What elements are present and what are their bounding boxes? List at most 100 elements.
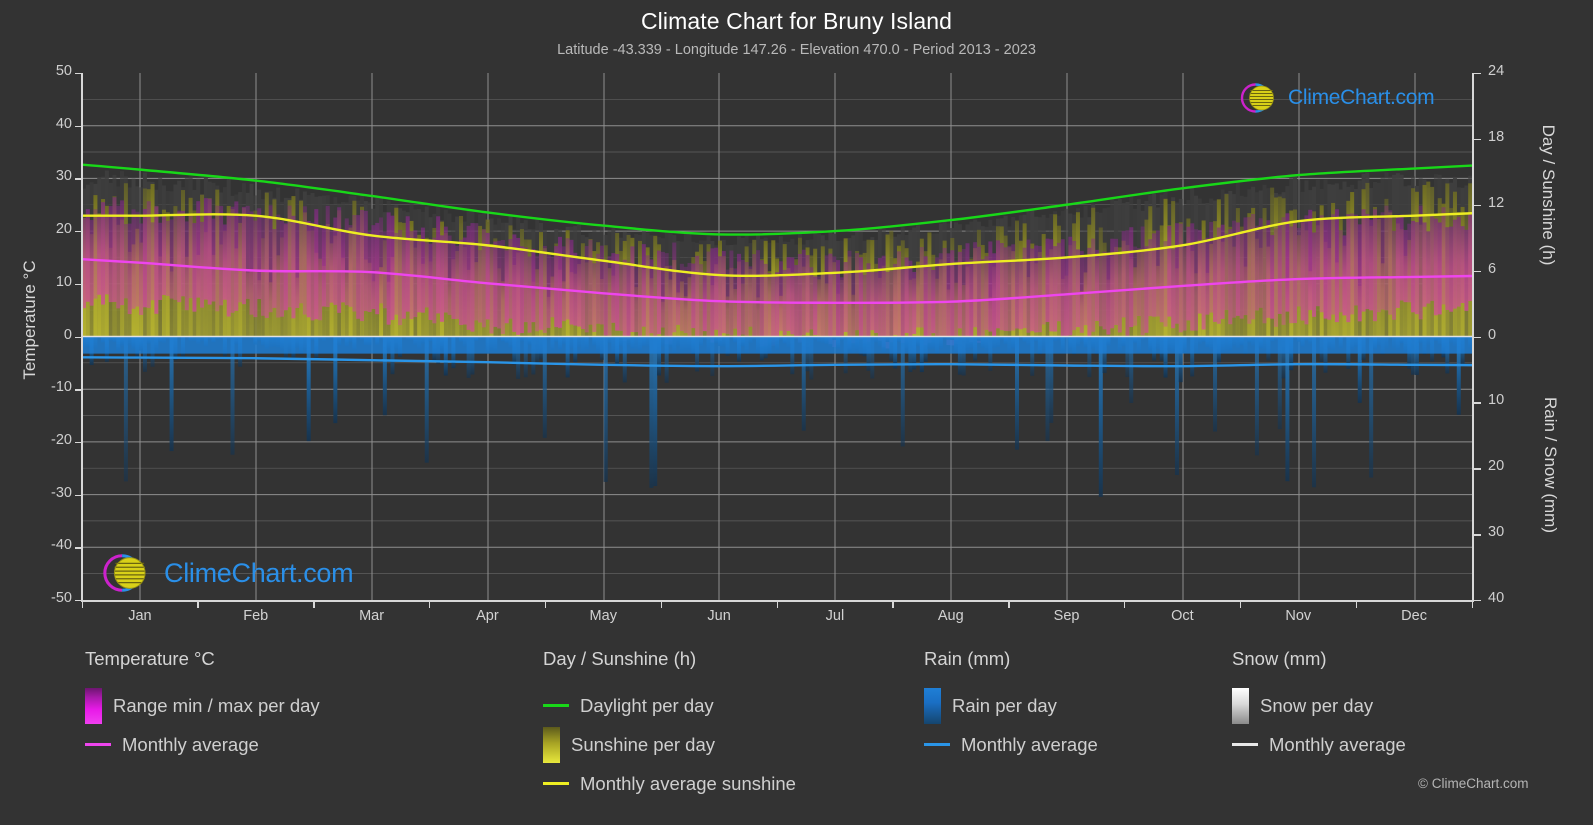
y-axis-right-tickmark — [1474, 402, 1481, 404]
temperature-range-swatch-icon — [85, 687, 102, 724]
legend-item-sunshine: Sunshine per day — [543, 725, 796, 764]
chart-legend: Temperature °C Range min / max per day M… — [0, 648, 1593, 825]
x-axis-tick-label-oct: Oct — [1171, 608, 1194, 624]
copyright-notice: © ClimeChart.com — [1418, 776, 1529, 791]
y-axis-right-mm-tick-label: 10 — [1488, 392, 1505, 409]
legend-heading-rain: Rain (mm) — [924, 648, 1011, 669]
x-axis-tickmark — [313, 601, 315, 608]
legend-item-daylight: Daylight per day — [543, 686, 796, 725]
y-axis-right-hours-tick-label: 0 — [1488, 326, 1497, 343]
y-axis-right-hours-tick-label: 24 — [1488, 63, 1505, 79]
y-axis-left-tickmark — [75, 441, 82, 444]
page-subtitle: Latitude -43.339 - Longitude 147.26 - El… — [557, 42, 1036, 58]
y-axis-right-tickmark — [1474, 138, 1481, 141]
rain-average-line-icon — [924, 743, 950, 746]
x-axis-tick-label-dec: Dec — [1401, 608, 1427, 624]
climechart-logo-mark — [1240, 83, 1274, 113]
y-axis-left-tick-label: 50 — [55, 63, 72, 79]
y-axis-left-tick-label: 20 — [55, 221, 72, 238]
legend-item-snow-per-day: Snow per day — [1232, 686, 1406, 725]
sunshine-swatch-icon — [543, 726, 560, 763]
x-axis-tickmark — [1008, 601, 1010, 608]
snow-swatch-icon — [1232, 687, 1249, 724]
y-axis-right-hours-tick-label: 6 — [1488, 260, 1497, 277]
temperature-average-line-icon — [85, 743, 111, 746]
legend-label: Daylight per day — [580, 694, 714, 716]
legend-heading-temperature: Temperature °C — [85, 648, 215, 669]
legend-column-snow: Snow (mm) Snow per day Monthly average — [1232, 648, 1406, 764]
legend-item-snow-average: Monthly average — [1232, 725, 1406, 764]
legend-column-day-sunshine: Day / Sunshine (h) Daylight per day Suns… — [543, 648, 796, 803]
x-axis-tickmark — [1124, 601, 1126, 608]
y-axis-left-tick-label: -40 — [51, 537, 72, 554]
y-axis-right-mm-tick-label: 30 — [1488, 524, 1505, 541]
x-axis-tickmark — [544, 601, 547, 608]
page-title: Climate Chart for Bruny Island — [640, 8, 953, 34]
sunshine-average-line-icon — [543, 782, 569, 785]
y-axis-right-tickmark — [1474, 534, 1481, 536]
legend-label: Rain per day — [952, 694, 1057, 716]
x-axis-tick-label-jan: Jan — [128, 608, 152, 624]
y-axis-right-tickmark — [1474, 600, 1481, 602]
y-axis-left-tick-label: -20 — [51, 431, 72, 448]
x-axis-tickmark — [81, 601, 83, 608]
y-axis-right-hours-tick-label: 12 — [1488, 194, 1505, 211]
y-axis-left-tick-label: 0 — [63, 326, 72, 343]
rain-swatch-icon — [924, 687, 941, 724]
legend-label: Sunshine per day — [571, 733, 715, 755]
legend-item-rain-per-day: Rain per day — [924, 686, 1098, 725]
x-axis-tick-label-sep: Sep — [1053, 608, 1080, 624]
x-axis-tick-label-mar: Mar — [359, 608, 385, 624]
legend-label: Monthly average — [961, 733, 1098, 755]
legend-item-rain-average: Monthly average — [924, 725, 1098, 764]
logo-text: ClimeChart.com — [1288, 86, 1435, 109]
x-axis-tick-label-apr: Apr — [476, 608, 499, 624]
legend-label: Monthly average — [1269, 733, 1406, 755]
y-axis-left-tickmark — [75, 73, 82, 75]
y-axis-left-tickmark — [75, 231, 82, 233]
climechart-logo-main: ClimeChart.com — [93, 550, 354, 596]
y-axis-right-hours-tick-label: 18 — [1488, 128, 1505, 145]
legend-item-temperature-average: Monthly average — [85, 725, 320, 764]
x-axis-tickmark — [660, 601, 663, 608]
climate-chart-page: Climate Chart for Bruny Island Latitude … — [0, 0, 1593, 825]
x-axis-tick-label-may: May — [589, 608, 617, 624]
y-axis-right-tickmark — [1474, 336, 1481, 338]
daylight-line-icon — [543, 704, 569, 707]
y-axis-left-title: Temperature °C — [20, 260, 39, 380]
legend-column-rain: Rain (mm) Rain per day Monthly average — [924, 648, 1098, 764]
legend-item-sunshine-average: Monthly average sunshine — [543, 764, 796, 803]
x-axis-tickmark — [1239, 601, 1242, 608]
y-axis-right-tickmark — [1474, 204, 1481, 207]
y-axis-left-tick-label: 40 — [55, 115, 72, 132]
y-axis-left-tickmark — [75, 494, 82, 496]
legend-column-temperature: Temperature °C Range min / max per day M… — [85, 648, 320, 764]
y-axis-left-tickmark — [75, 125, 82, 128]
legend-label: Range min / max per day — [113, 694, 320, 716]
y-axis-right-tickmark — [1474, 468, 1481, 470]
legend-heading-snow: Snow (mm) — [1232, 648, 1327, 669]
x-axis-tickmark — [197, 601, 199, 608]
y-axis-right-bottom-title: Rain / Snow (mm) — [1541, 396, 1560, 534]
snow-average-line-icon — [1232, 743, 1258, 746]
legend-label: Monthly average — [122, 733, 259, 755]
y-axis-left-tick-label: -30 — [51, 484, 72, 501]
x-axis-tickmark — [892, 601, 894, 608]
x-axis-tick-label-jul: Jul — [825, 608, 845, 624]
y-axis-left-tick-label: 10 — [55, 273, 72, 290]
y-axis-right-tickmark — [1474, 270, 1481, 273]
legend-label: Monthly average sunshine — [580, 772, 796, 794]
y-axis-left-tickmark — [75, 389, 82, 391]
chart-svg — [82, 73, 1472, 600]
legend-heading-day-sunshine: Day / Sunshine (h) — [543, 648, 697, 669]
y-axis-right-top-title: Day / Sunshine (h) — [1539, 124, 1558, 266]
legend-label: Snow per day — [1260, 694, 1374, 716]
y-axis-left-tickmark — [75, 178, 82, 180]
y-axis-right-mm-tick-label: 20 — [1488, 458, 1505, 475]
y-axis-right-mm-tick-label: 40 — [1488, 590, 1505, 606]
y-axis-left-tickmark — [75, 547, 82, 549]
legend-item-temperature-range: Range min / max per day — [85, 686, 320, 725]
x-axis-tickmark — [776, 601, 778, 608]
y-axis-left-tickmark — [75, 336, 82, 338]
y-axis-left-tick-label: -50 — [51, 590, 72, 606]
